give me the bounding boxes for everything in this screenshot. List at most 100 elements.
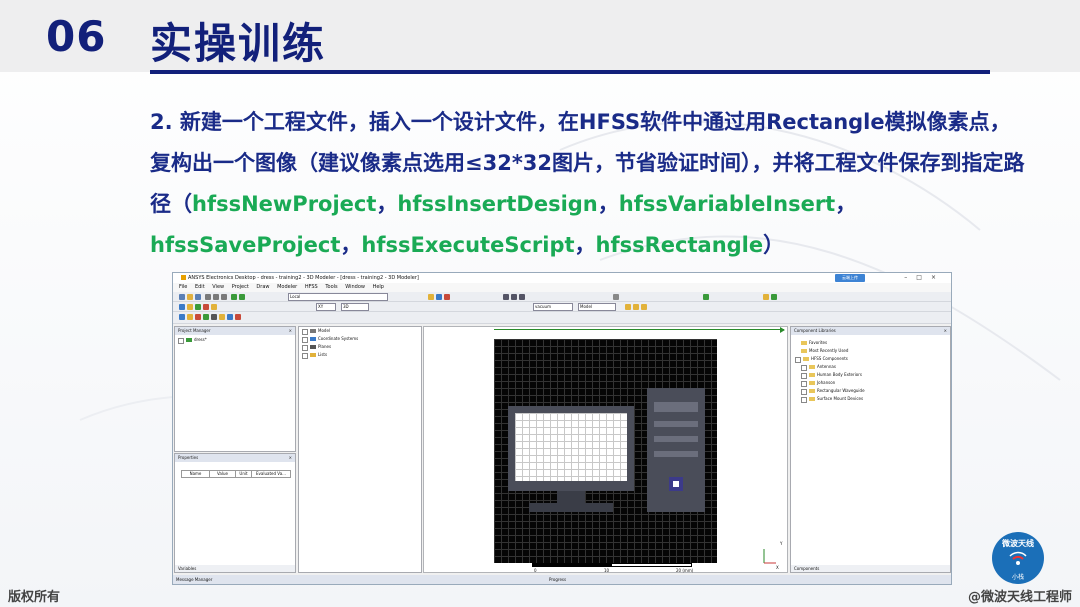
tree-item-coordinate-systems[interactable]: Coordinate Systems bbox=[302, 335, 358, 343]
tree-item-favorites[interactable]: Favorites bbox=[795, 339, 865, 347]
circle-icon[interactable] bbox=[211, 304, 217, 310]
cut-icon[interactable] bbox=[205, 294, 211, 300]
hfss-solution-icon[interactable] bbox=[179, 314, 185, 320]
message-manager-label[interactable]: Message Manager bbox=[176, 577, 212, 582]
dimension-combo[interactable]: 3D bbox=[341, 303, 369, 311]
boundary-icon[interactable] bbox=[187, 314, 193, 320]
snap-edge-icon[interactable] bbox=[641, 304, 647, 310]
menu-window[interactable]: Window bbox=[345, 284, 365, 290]
analysis-setup-icon[interactable] bbox=[211, 314, 217, 320]
results-icon[interactable] bbox=[219, 314, 225, 320]
mode-combo[interactable]: Model bbox=[578, 303, 616, 311]
pixel-monitor-neck bbox=[557, 491, 585, 503]
close-icon[interactable]: × bbox=[289, 327, 292, 335]
components-tab[interactable]: Components bbox=[791, 565, 950, 572]
draw-sphere-icon[interactable] bbox=[444, 294, 450, 300]
model-tree: Model Coordinate Systems Planes Lists bbox=[302, 327, 358, 359]
tree-item-waveguide[interactable]: Rectangular Waveguide bbox=[801, 387, 865, 395]
cloud-upload-button[interactable]: 云端上传 bbox=[835, 274, 865, 282]
project-tree: dress* bbox=[178, 336, 207, 344]
paste-icon[interactable] bbox=[221, 294, 227, 300]
rotate-icon[interactable] bbox=[503, 294, 509, 300]
analyze-icon[interactable] bbox=[771, 294, 777, 300]
close-icon[interactable]: × bbox=[289, 454, 292, 462]
undo-icon[interactable] bbox=[231, 294, 237, 300]
rectangle-icon[interactable] bbox=[203, 304, 209, 310]
modeler-viewport[interactable]: 0 10 20 (mm) Y X bbox=[423, 326, 788, 573]
task-description: 2. 新建一个工程文件，插入一个设计文件，在HFSS软件中通过用Rectangl… bbox=[150, 110, 1025, 257]
pixel-monitor bbox=[508, 406, 634, 491]
properties-title: Properties × bbox=[175, 454, 295, 462]
tree-item-human-body[interactable]: Human Body Exteriors bbox=[801, 371, 865, 379]
tree-item-model[interactable]: Model bbox=[302, 327, 358, 335]
mesh-icon[interactable] bbox=[203, 314, 209, 320]
tree-item-smd[interactable]: Surface Mount Devices bbox=[801, 395, 865, 403]
units-combo[interactable]: vacuum bbox=[533, 303, 573, 311]
pan-icon[interactable] bbox=[511, 294, 517, 300]
tree-item-hfss-components[interactable]: HFSS Components bbox=[795, 355, 865, 363]
snap-vertex-icon[interactable] bbox=[633, 304, 639, 310]
function-name: hfssExecuteScript bbox=[361, 233, 575, 257]
menu-project[interactable]: Project bbox=[232, 284, 249, 290]
fit-all-icon[interactable] bbox=[613, 294, 619, 300]
validate-icon[interactable] bbox=[763, 294, 769, 300]
function-name: hfssVariableInsert bbox=[618, 192, 836, 216]
open-icon[interactable] bbox=[187, 294, 193, 300]
menu-tools[interactable]: Tools bbox=[325, 284, 337, 290]
tree-item-planes[interactable]: Planes bbox=[302, 343, 358, 351]
axis-label-x: X bbox=[776, 565, 779, 570]
menu-file[interactable]: File bbox=[179, 284, 187, 290]
excitation-icon[interactable] bbox=[195, 314, 201, 320]
save-icon[interactable] bbox=[195, 294, 201, 300]
progress-label[interactable]: Progress bbox=[549, 575, 566, 584]
pixel-pc-tower bbox=[647, 388, 705, 512]
toolbar-row-3 bbox=[173, 312, 951, 324]
line-icon[interactable] bbox=[195, 304, 201, 310]
section-title: 实操训练 bbox=[150, 19, 327, 68]
draw-box-icon[interactable] bbox=[428, 294, 434, 300]
function-name: hfssInsertDesign bbox=[397, 192, 598, 216]
new-icon[interactable] bbox=[179, 294, 185, 300]
sheet-icon[interactable] bbox=[187, 304, 193, 310]
component-libraries-panel: Component Libraries × Favorites Most Rece… bbox=[790, 326, 951, 573]
material-combo[interactable]: Local bbox=[288, 293, 388, 301]
menu-modeler[interactable]: Modeler bbox=[277, 284, 297, 290]
plane-combo[interactable]: XY bbox=[316, 303, 336, 311]
tree-item-lists[interactable]: Lists bbox=[302, 351, 358, 359]
field-overlay-icon[interactable] bbox=[227, 314, 233, 320]
pixel-rectangle-grid[interactable] bbox=[494, 339, 717, 563]
zoom-icon[interactable] bbox=[519, 294, 525, 300]
tree-item-recent[interactable]: Most Recently Used bbox=[795, 347, 865, 355]
hfss-window-screenshot: ANSYS Electronics Desktop - dress - trai… bbox=[172, 272, 952, 585]
scale-bar bbox=[532, 563, 692, 567]
menu-help[interactable]: Help bbox=[373, 284, 384, 290]
component-libraries-title: Component Libraries × bbox=[791, 327, 950, 335]
menu-hfss[interactable]: HFSS bbox=[305, 284, 318, 290]
tree-item-johanson[interactable]: Johanson bbox=[801, 379, 865, 387]
project-manager-title: Project Manager × bbox=[175, 327, 295, 335]
menu-view[interactable]: View bbox=[212, 284, 224, 290]
snap-grid-icon[interactable] bbox=[625, 304, 631, 310]
scale-label: 0 bbox=[534, 568, 537, 573]
menu-draw[interactable]: Draw bbox=[256, 284, 269, 290]
message-bar: Message Manager Progress bbox=[173, 575, 951, 584]
project-manager-panel: Project Manager × dress* bbox=[174, 326, 296, 452]
help-icon[interactable] bbox=[179, 304, 185, 310]
footer-author: @微波天线工程师 bbox=[967, 590, 1072, 605]
properties-tab-variables[interactable]: Variables bbox=[175, 565, 295, 572]
toolbar-row-2: XY 3D vacuum Model bbox=[173, 302, 951, 312]
close-icon[interactable]: × bbox=[944, 327, 947, 335]
project-node[interactable]: dress* bbox=[178, 336, 207, 344]
copy-icon[interactable] bbox=[213, 294, 219, 300]
menu-edit[interactable]: Edit bbox=[195, 284, 205, 290]
redo-icon[interactable] bbox=[239, 294, 245, 300]
footer-copyright: 版权所有 bbox=[8, 590, 61, 605]
tree-item-antennas[interactable]: Antennas bbox=[801, 363, 865, 371]
boolean-unite-icon[interactable] bbox=[703, 294, 709, 300]
draw-cylinder-icon[interactable] bbox=[436, 294, 442, 300]
window-controls[interactable]: –□× bbox=[904, 273, 945, 283]
radiation-icon[interactable] bbox=[235, 314, 241, 320]
scale-label: 20 (mm) bbox=[676, 568, 694, 573]
axis-arrow-icon bbox=[780, 327, 785, 333]
axis-label-y: Y bbox=[780, 541, 783, 546]
